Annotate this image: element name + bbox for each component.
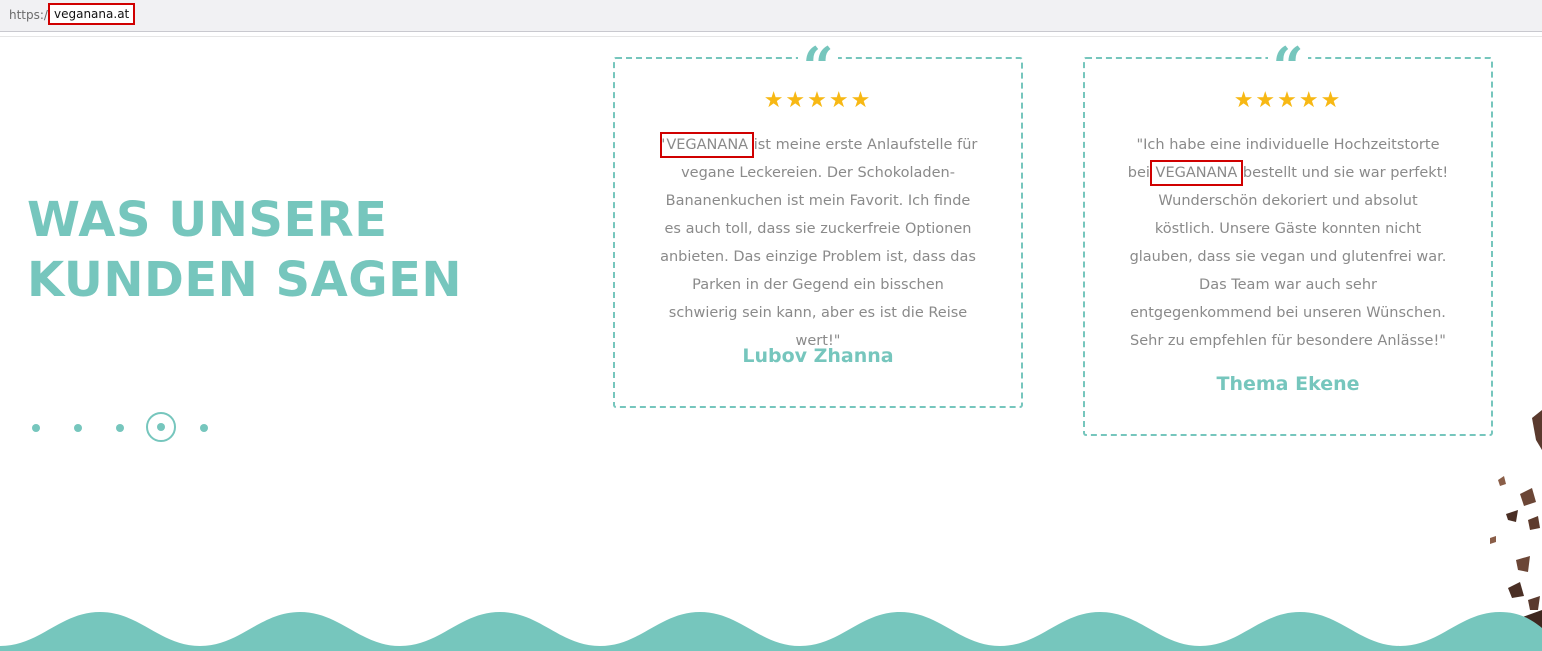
testimonial-text: "VEGANANA ist meine erste Anlaufstelle f… <box>657 131 979 355</box>
carousel-dot-4-active[interactable] <box>146 412 176 442</box>
testimonial-card-2: “ ★★★★★ "Ich habe eine individuelle Hoch… <box>1083 39 1493 436</box>
star-rating: ★★★★★ <box>1233 87 1343 112</box>
carousel-pagination <box>22 412 222 444</box>
brand-name-highlight: VEGANANA <box>660 132 755 158</box>
carousel-dot-5[interactable] <box>200 424 208 432</box>
url-host[interactable]: veganana.at <box>48 3 136 25</box>
brand-name-highlight: VEGANANA <box>1149 160 1244 186</box>
testimonial-card-1: “ ★★★★★ "VEGANANA ist meine erste Anlauf… <box>613 39 1023 408</box>
testimonial-text: "Ich habe eine individuelle Hochzeitstor… <box>1127 131 1449 355</box>
star-rating: ★★★★★ <box>763 87 873 112</box>
quote-body: bestellt und sie war perfekt! Wunderschö… <box>1129 165 1449 349</box>
section-heading: WAS UNSERE KUNDEN SAGEN <box>27 190 462 310</box>
testimonial-author: Thema Ekene <box>1216 373 1360 395</box>
wave-divider <box>0 612 1542 651</box>
heading-line-1: WAS UNSERE <box>27 192 388 248</box>
address-bar[interactable]: https:/ veganana.at <box>0 0 1542 32</box>
testimonial-author: Lubov Zhanna <box>742 345 894 367</box>
quote-icon: “ <box>798 39 838 95</box>
divider <box>0 36 1542 37</box>
heading-line-2: KUNDEN SAGEN <box>27 252 463 308</box>
quote-body: ist meine erste Anlaufstelle für vegane … <box>660 137 978 349</box>
carousel-dot-2[interactable] <box>74 424 82 432</box>
url-scheme: https:/ <box>9 8 48 22</box>
carousel-dot-3[interactable] <box>116 424 124 432</box>
quote-icon: “ <box>1268 39 1308 95</box>
carousel-dot-1[interactable] <box>32 424 40 432</box>
